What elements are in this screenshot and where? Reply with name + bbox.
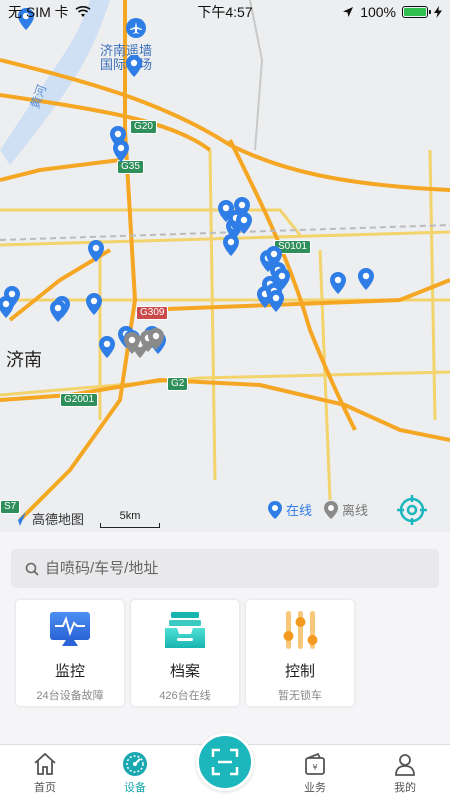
map-scale-label: 5km — [119, 510, 141, 522]
charging-bolt-icon — [434, 6, 442, 18]
monitor-card-subtitle: 24台设备故障 — [36, 690, 104, 702]
function-cards: 监控 24台设备故障 档案 426台在线 控制 暂无锁车 — [16, 600, 354, 706]
monitor-card-title: 监控 — [54, 663, 85, 680]
legend-online-label: 在线 — [286, 503, 313, 518]
battery-percent: 100% — [360, 4, 396, 20]
map-scale: 5km — [100, 510, 160, 528]
home-icon — [34, 752, 56, 775]
svg-text:¥: ¥ — [312, 763, 317, 772]
locate-me-button[interactable] — [396, 494, 428, 526]
control-card[interactable]: 控制 暂无锁车 — [246, 600, 354, 706]
online-device-pin[interactable] — [223, 234, 239, 256]
archive-card-title: 档案 — [169, 663, 200, 680]
amap-logo: 高德地图 — [10, 509, 84, 528]
online-device-pin[interactable] — [86, 293, 102, 315]
location-arrow-icon — [343, 7, 354, 17]
road-badge-g2001: G2001 — [60, 393, 99, 407]
tab-device[interactable]: 设备 — [90, 745, 180, 800]
map-scale-bar — [100, 523, 160, 528]
app-screen: 济南遥墙 国际机场 黄河 济南 G20 G35 S0101 G309 G2 G20… — [0, 0, 450, 800]
online-device-pin[interactable] — [268, 290, 284, 312]
legend-offline-label: 离线 — [342, 503, 369, 518]
online-device-pin[interactable] — [236, 212, 252, 234]
battery-icon — [402, 6, 431, 18]
map-base-layer — [0, 0, 450, 522]
online-device-pin[interactable] — [50, 300, 66, 322]
tab-home[interactable]: 首页 — [0, 745, 90, 800]
status-left: 无 SIM 卡 — [8, 2, 91, 22]
tab-business[interactable]: ¥ 业务 — [270, 745, 360, 800]
map-legend: 在线 离线 — [268, 500, 368, 519]
offline-device-pin[interactable] — [148, 328, 164, 350]
carrier-label: 无 SIM 卡 — [8, 4, 69, 20]
road-badge-g2: G2 — [167, 377, 189, 391]
online-device-pin[interactable] — [88, 240, 104, 262]
tab-device-label: 设备 — [124, 782, 146, 794]
city-label: 济南 — [6, 350, 42, 370]
offline-device-pin[interactable] — [124, 332, 140, 354]
scan-icon — [211, 748, 239, 776]
amap-logo-icon — [12, 511, 26, 526]
tab-mine[interactable]: 我的 — [360, 745, 450, 800]
wifi-icon — [75, 6, 91, 17]
offline-pin-icon — [324, 500, 339, 519]
control-card-title: 控制 — [284, 663, 315, 680]
online-device-pin[interactable] — [0, 296, 14, 318]
road-badge-g20: G20 — [130, 120, 157, 134]
control-card-subtitle: 暂无锁车 — [278, 690, 322, 702]
road-badge-g35: G35 — [117, 160, 144, 174]
archive-card-subtitle: 426台在线 — [159, 690, 211, 702]
online-device-pin[interactable] — [126, 55, 142, 77]
online-pin-icon — [268, 500, 282, 519]
archive-tray-icon — [165, 612, 205, 648]
wallet-icon: ¥ — [305, 752, 325, 775]
online-device-pin[interactable] — [99, 336, 115, 358]
online-device-pin[interactable] — [330, 272, 346, 294]
search-bar[interactable] — [11, 549, 439, 588]
device-map[interactable]: 济南遥墙 国际机场 黄河 济南 G20 G35 S0101 G309 G2 G20… — [0, 0, 450, 532]
online-device-pin[interactable] — [113, 140, 129, 162]
device-dial-icon — [123, 752, 147, 776]
tab-home-label: 首页 — [34, 782, 56, 794]
legend-offline[interactable]: 离线 — [324, 500, 368, 519]
monitor-card[interactable]: 监控 24台设备故障 — [16, 600, 124, 706]
status-bar: 无 SIM 卡 下午4:57 100% — [0, 0, 450, 24]
amap-logo-text: 高德地图 — [32, 512, 85, 527]
search-input[interactable] — [45, 560, 425, 577]
online-device-pin[interactable] — [358, 268, 374, 290]
battery-fill — [404, 8, 426, 16]
search-icon — [25, 562, 39, 576]
legend-online[interactable]: 在线 — [268, 500, 312, 519]
tab-business-label: 业务 — [304, 782, 326, 794]
user-icon — [395, 754, 415, 776]
tab-mine-label: 我的 — [394, 782, 416, 794]
scan-button[interactable] — [196, 733, 254, 791]
monitor-icon — [50, 612, 90, 646]
road-badge-g309: G309 — [136, 306, 169, 320]
archive-card[interactable]: 档案 426台在线 — [131, 600, 239, 706]
status-right: 100% — [342, 4, 442, 20]
control-sliders-icon — [283, 611, 318, 649]
